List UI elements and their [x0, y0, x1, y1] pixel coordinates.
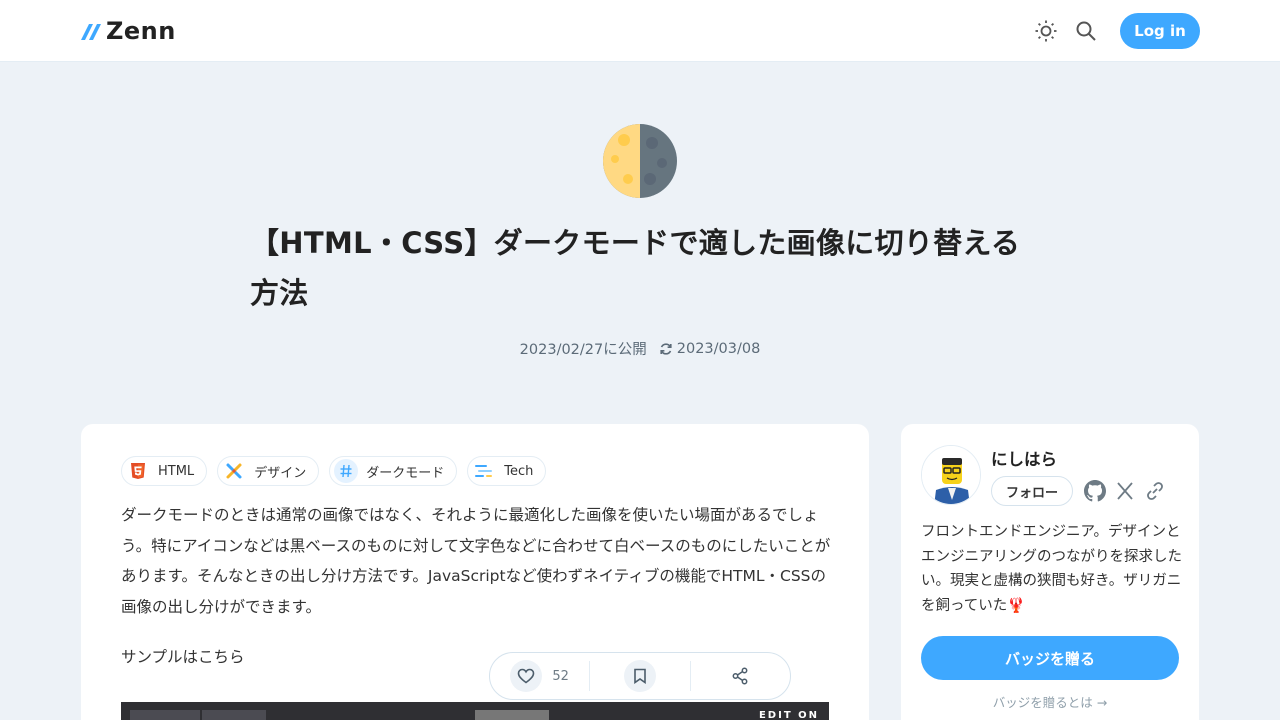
embed-tab[interactable] — [202, 710, 266, 720]
arrow-right-icon: → — [1096, 695, 1108, 710]
article-dates: 2023/02/27に公開 2023/03/08 — [0, 338, 1280, 359]
theme-toggle-sun-icon[interactable] — [1034, 19, 1058, 43]
x-icon[interactable] — [1114, 480, 1136, 502]
zenn-logo[interactable]: Zenn — [80, 18, 176, 44]
bookmark-icon — [624, 660, 657, 692]
topic-design[interactable]: デザイン — [217, 456, 320, 486]
author-avatar[interactable] — [921, 445, 981, 505]
codepen-embed[interactable]: EDIT ON — [121, 702, 829, 720]
author-bio: フロントエンドエンジニア。デザインとエンジニアリングのつながりを探求したい。現実… — [921, 524, 1182, 614]
embed-edit-label[interactable]: EDIT ON — [759, 710, 819, 720]
design-icon — [222, 459, 246, 483]
author-name[interactable]: にしはら — [991, 446, 1057, 470]
bookmark-button[interactable] — [590, 652, 689, 700]
embed-tab-active[interactable] — [475, 710, 549, 720]
published-date: 2023/02/27に公開 — [519, 342, 647, 358]
logo-text: Zenn — [106, 17, 176, 45]
floating-action-bar: 52 — [489, 652, 791, 700]
login-button[interactable]: Log in — [1120, 13, 1200, 49]
like-button[interactable]: 52 — [490, 652, 589, 700]
github-icon[interactable] — [1084, 480, 1106, 502]
first-quarter-moon-icon — [603, 124, 677, 198]
topic-tech[interactable]: Tech — [467, 456, 547, 486]
badge-info-link[interactable]: バッジを贈るとは → — [901, 692, 1199, 711]
topic-html[interactable]: HTML — [121, 456, 208, 486]
updated-date: 2023/03/08 — [676, 340, 761, 357]
search-icon[interactable] — [1075, 20, 1097, 42]
article-title: 【HTML・CSS】ダークモードで適した画像に切り替える方法 — [250, 226, 1021, 310]
sample-text: サンプルはこちら — [121, 648, 245, 666]
follow-button[interactable]: フォロー — [991, 476, 1073, 506]
share-button[interactable] — [691, 652, 790, 700]
article-body: ダークモードのときは通常の画像ではなく、それように最適化した画像を使いたい場面が… — [121, 506, 831, 616]
site-header: Zenn Log in — [0, 0, 1280, 62]
author-card: にしはら フォロー フロントエンドエンジニア。デザインとエンジニアリングのつなが… — [901, 424, 1199, 720]
like-count: 52 — [552, 668, 569, 684]
tech-icon — [472, 459, 496, 483]
topic-label: HTML — [158, 463, 195, 479]
topic-label: ダークモード — [366, 465, 445, 481]
hash-icon — [334, 459, 359, 483]
html5-icon — [126, 459, 150, 483]
embed-tab[interactable] — [130, 710, 200, 720]
topic-darkmode[interactable]: ダークモード — [329, 456, 458, 486]
topic-list: HTML デザイン ダークモード Tech — [121, 456, 556, 486]
zenn-logo-icon — [81, 24, 101, 40]
refresh-icon — [660, 342, 672, 355]
send-badge-button[interactable]: バッジを贈る — [921, 636, 1179, 680]
badge-info-label: バッジを贈るとは — [992, 695, 1093, 710]
link-icon[interactable] — [1144, 480, 1166, 502]
heart-icon — [510, 660, 543, 692]
topic-label: デザイン — [254, 465, 307, 481]
share-icon — [732, 667, 748, 685]
topic-label: Tech — [504, 463, 534, 479]
